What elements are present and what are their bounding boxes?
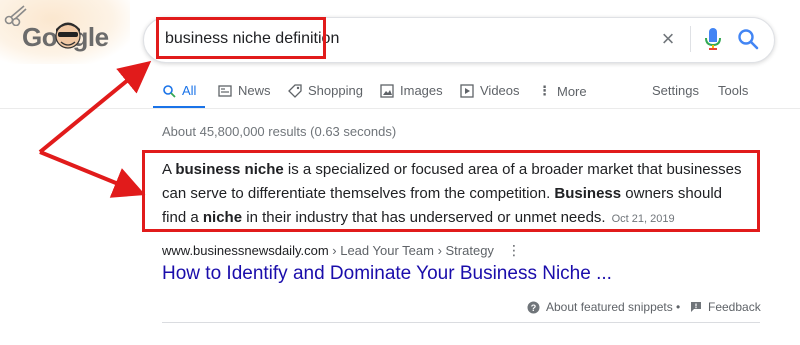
google-logo[interactable]: Google bbox=[0, 0, 140, 70]
about-label: About featured snippets bbox=[546, 300, 673, 314]
logo-text-go: Go bbox=[22, 22, 58, 52]
tab-tools[interactable]: Tools bbox=[718, 83, 748, 98]
snippet-text-4: in their industry that has underserved o… bbox=[242, 209, 606, 226]
tab-videos-label: Videos bbox=[480, 83, 520, 98]
tab-shopping[interactable]: Shopping bbox=[288, 83, 363, 98]
snippet-bold-3: niche bbox=[202, 209, 243, 226]
tab-all-label: All bbox=[182, 83, 197, 98]
footer-divider bbox=[162, 322, 760, 323]
tab-news-label: News bbox=[238, 83, 271, 98]
tab-all[interactable]: All bbox=[162, 83, 196, 98]
query-annotation-box bbox=[156, 17, 326, 59]
snippet-text-1: A bbox=[162, 161, 176, 178]
result-options-icon[interactable]: ⋮ bbox=[507, 242, 521, 259]
tab-images-label: Images bbox=[400, 83, 443, 98]
footer-separator: • bbox=[676, 300, 681, 314]
result-title-link[interactable]: How to Identify and Dominate Your Busine… bbox=[162, 263, 612, 285]
tab-news[interactable]: News bbox=[218, 83, 271, 98]
tab-settings[interactable]: Settings bbox=[652, 83, 699, 98]
result-breadcrumb: › Lead Your Team › Strategy bbox=[328, 243, 494, 258]
arrow-to-query bbox=[38, 60, 152, 154]
search-divider bbox=[690, 26, 691, 52]
close-icon[interactable]: × bbox=[657, 28, 679, 50]
tab-videos[interactable]: Videos bbox=[460, 83, 520, 98]
newspaper-icon bbox=[218, 84, 232, 97]
feedback-label: Feedback bbox=[708, 300, 761, 314]
result-stats: About 45,800,000 results (0.63 seconds) bbox=[162, 124, 397, 139]
tab-more[interactable]: ⋮ More bbox=[538, 83, 587, 99]
featured-snippet-text: A business niche is a specialized or foc… bbox=[162, 158, 750, 231]
svg-text:?: ? bbox=[531, 303, 537, 313]
feedback-link[interactable]: Feedback bbox=[690, 300, 761, 314]
mic-icon[interactable] bbox=[703, 27, 723, 51]
search-icon bbox=[163, 84, 176, 98]
result-domain: www.businessnewsdaily.com bbox=[162, 243, 329, 258]
video-icon bbox=[460, 83, 474, 98]
tab-images[interactable]: Images bbox=[380, 83, 443, 98]
more-vert-icon: ⋮ bbox=[538, 83, 551, 98]
tab-more-label: More bbox=[557, 83, 587, 99]
about-featured-snippets[interactable]: ? About featured snippets bbox=[527, 300, 673, 314]
feedback-icon bbox=[691, 302, 701, 312]
snippet-bold-1: business niche bbox=[175, 161, 284, 178]
snippet-date: Oct 21, 2019 bbox=[611, 213, 675, 225]
result-url[interactable]: www.businessnewsdaily.com › Lead Your Te… bbox=[162, 243, 494, 258]
tab-tools-label: Tools bbox=[718, 83, 749, 98]
doodle-face-icon bbox=[55, 22, 81, 49]
search-icon[interactable] bbox=[737, 28, 759, 50]
image-icon bbox=[380, 83, 394, 98]
tabs-divider bbox=[0, 108, 800, 109]
snippet-bold-2: Business bbox=[554, 185, 622, 202]
tag-icon bbox=[288, 83, 302, 98]
tab-settings-label: Settings bbox=[652, 83, 699, 98]
tab-shopping-label: Shopping bbox=[308, 83, 363, 98]
arrow-to-snippet bbox=[39, 150, 146, 198]
help-icon: ? bbox=[527, 301, 540, 313]
